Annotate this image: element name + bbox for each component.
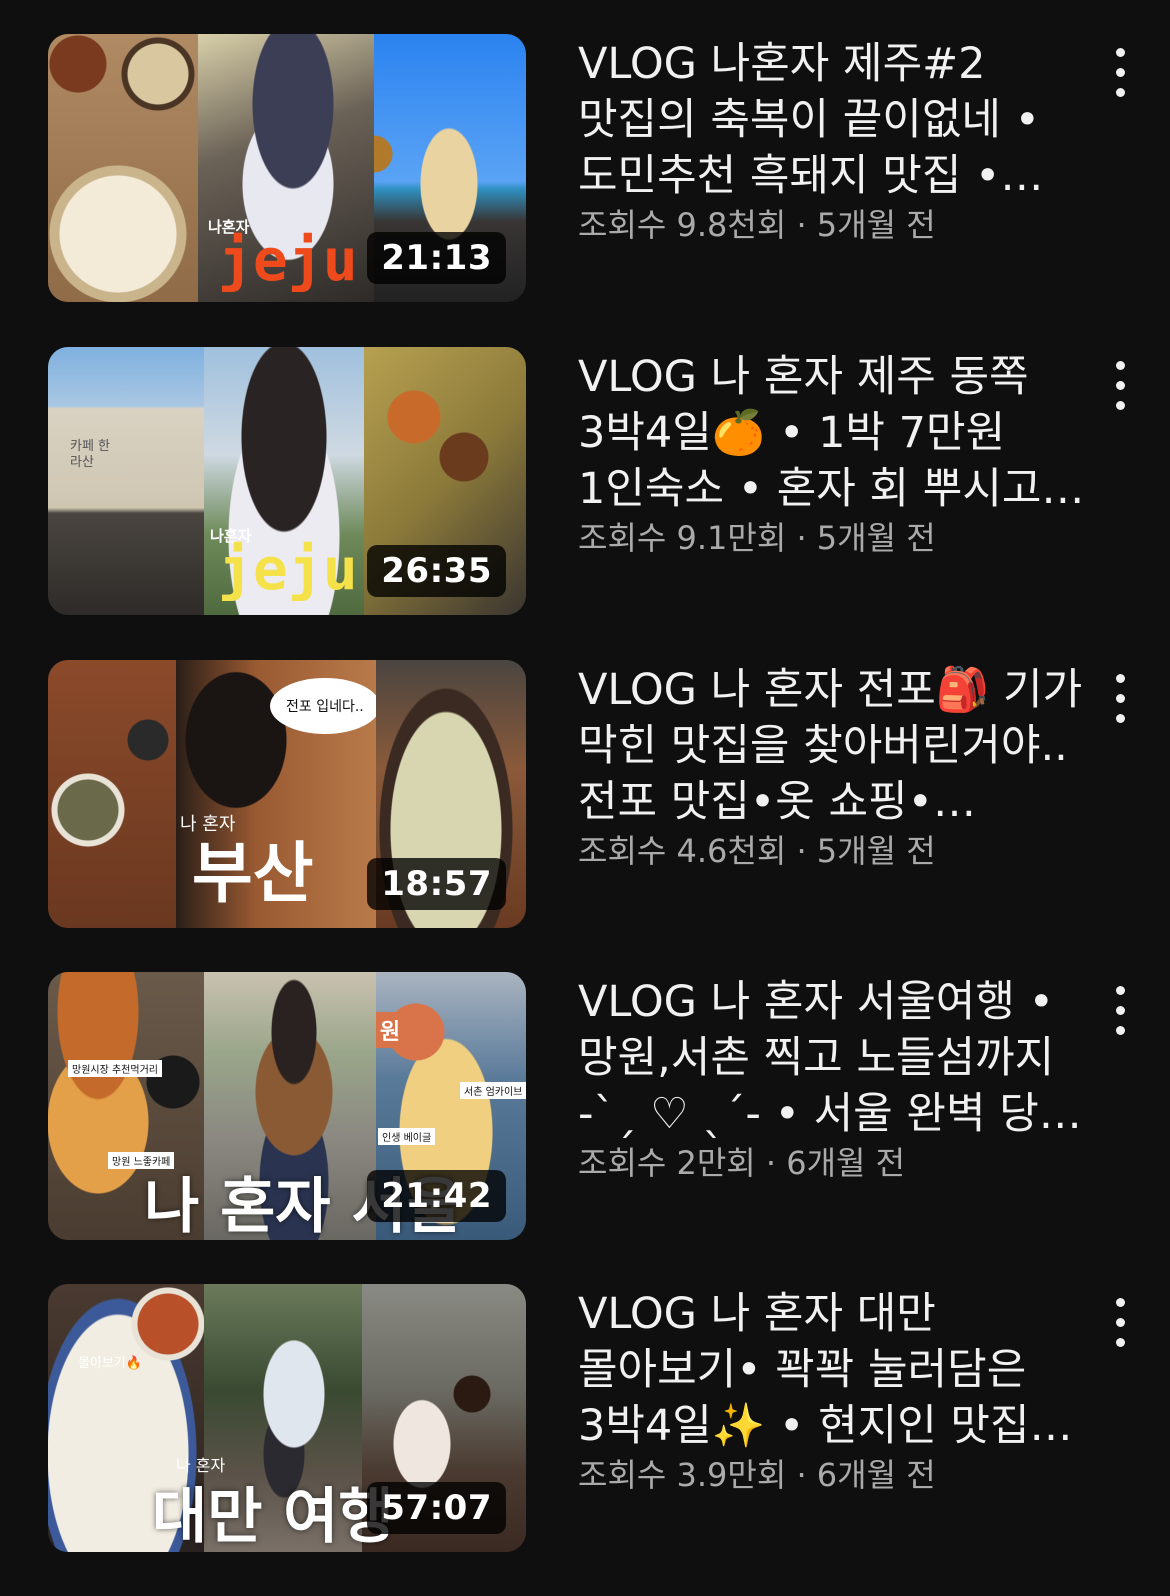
thumbnail-label: 부산 bbox=[192, 835, 314, 912]
thumbnail-panel-food bbox=[48, 660, 176, 928]
thumbnail-label: jeju bbox=[218, 226, 358, 294]
thumbnail-tag: 서촌 엄카이브 bbox=[460, 1082, 526, 1099]
view-count: 조회수 9.1만회 bbox=[578, 519, 787, 557]
thumbnail-panel-food bbox=[48, 34, 198, 302]
video-title[interactable]: VLOG 나 혼자 서울여행 • 망원,서촌 찍고 노들섬까지 -ˋˏ ♡ ˎˊ… bbox=[578, 974, 1088, 1142]
more-vert-icon[interactable] bbox=[1100, 42, 1140, 102]
video-duration: 57:07 bbox=[367, 1482, 506, 1534]
thumbnail-label: 대만 여행 bbox=[152, 1482, 394, 1552]
thumbnail-panel-cafe: 카페 한라산 bbox=[48, 347, 204, 615]
view-count: 조회수 9.8천회 bbox=[578, 206, 787, 244]
video-title[interactable]: VLOG 나 혼자 제주 동쪽 3박4일🍊 • 1박 7만원 1인숙소 • 혼자… bbox=[578, 349, 1088, 517]
meta-separator: · bbox=[786, 832, 817, 870]
video-title[interactable]: VLOG 나 혼자 대만 몰아보기• 꽉꽉 눌러담은 3박4일✨ • 현지인 맛… bbox=[578, 1286, 1088, 1454]
more-vert-icon[interactable] bbox=[1100, 980, 1140, 1040]
video-item[interactable]: 망원시장 추천먹거리 망원 느좋카페 망 원 서촌 엄카이브 인생 베이글 나 … bbox=[0, 972, 1170, 1242]
upload-age: 5개월 전 bbox=[816, 206, 936, 244]
video-item[interactable]: 나혼자 jeju 21:13 VLOG 나혼자 제주#2 맛집의 축복이 끝이없… bbox=[0, 34, 1170, 304]
more-vert-icon[interactable] bbox=[1100, 355, 1140, 415]
video-title[interactable]: VLOG 나혼자 제주#2 맛집의 축복이 끝이없네 • 도민추천 흑돼지 맛집… bbox=[578, 36, 1088, 204]
video-info[interactable]: VLOG 나 혼자 서울여행 • 망원,서촌 찍고 노들섬까지 -ˋˏ ♡ ˎˊ… bbox=[578, 974, 1088, 1184]
more-vert-icon[interactable] bbox=[1100, 668, 1140, 728]
thumbnail-tag: 망원시장 추천먹거리 bbox=[68, 1060, 162, 1077]
view-count: 조회수 4.6천회 bbox=[578, 832, 787, 870]
video-thumbnail[interactable]: 망원시장 추천먹거리 망원 느좋카페 망 원 서촌 엄카이브 인생 베이글 나 … bbox=[48, 972, 526, 1240]
video-duration: 21:42 bbox=[367, 1170, 506, 1222]
video-thumbnail[interactable]: 카페 한라산 나혼자 jeju 26:35 bbox=[48, 347, 526, 615]
video-info[interactable]: VLOG 나혼자 제주#2 맛집의 축복이 끝이없네 • 도민추천 흑돼지 맛집… bbox=[578, 36, 1088, 246]
video-metadata: 조회수 9.1만회 · 5개월 전 bbox=[578, 513, 1088, 559]
thumbnail-tag: 몰아보기🔥 bbox=[78, 1356, 143, 1371]
video-duration: 18:57 bbox=[367, 858, 506, 910]
video-duration: 26:35 bbox=[367, 545, 506, 597]
video-info[interactable]: VLOG 나 혼자 대만 몰아보기• 꽉꽉 눌러담은 3박4일✨ • 현지인 맛… bbox=[578, 1286, 1088, 1496]
video-info[interactable]: VLOG 나 혼자 제주 동쪽 3박4일🍊 • 1박 7만원 1인숙소 • 혼자… bbox=[578, 349, 1088, 559]
video-item[interactable]: 몰아보기🔥 나 혼자 대만 여행 57:07 VLOG 나 혼자 대만 몰아보기… bbox=[0, 1284, 1170, 1554]
video-duration: 21:13 bbox=[367, 232, 506, 284]
thumbnail-panel-person: 나혼자 jeju bbox=[204, 347, 364, 615]
video-list: 나혼자 jeju 21:13 VLOG 나혼자 제주#2 맛집의 축복이 끝이없… bbox=[0, 0, 1170, 1596]
meta-separator: · bbox=[786, 519, 817, 557]
video-info[interactable]: VLOG 나 혼자 전포🎒 기가 막힌 맛집을 찾아버린거야.. 전포 맛집•옷… bbox=[578, 662, 1088, 872]
meta-separator: · bbox=[786, 1456, 817, 1494]
thumbnail-tag: 인생 베이글 bbox=[378, 1128, 436, 1145]
speech-bubble: 전포 입네다.. bbox=[270, 678, 376, 734]
upload-age: 5개월 전 bbox=[816, 832, 936, 870]
video-thumbnail[interactable]: 전포 입네다.. 나 혼자 부산 18:57 bbox=[48, 660, 526, 928]
meta-separator: · bbox=[755, 1144, 787, 1182]
upload-age: 6개월 전 bbox=[816, 1456, 936, 1494]
upload-age: 6개월 전 bbox=[786, 1144, 906, 1182]
view-count: 조회수 3.9만회 bbox=[578, 1456, 787, 1494]
video-thumbnail[interactable]: 몰아보기🔥 나 혼자 대만 여행 57:07 bbox=[48, 1284, 526, 1552]
more-vert-icon[interactable] bbox=[1100, 1292, 1140, 1352]
view-count: 조회수 2만회 bbox=[578, 1144, 756, 1182]
video-metadata: 조회수 2만회 · 6개월 전 bbox=[578, 1138, 1088, 1184]
video-item[interactable]: 카페 한라산 나혼자 jeju 26:35 VLOG 나 혼자 제주 동쪽 3박… bbox=[0, 347, 1170, 617]
video-item[interactable]: 전포 입네다.. 나 혼자 부산 18:57 VLOG 나 혼자 전포🎒 기가 … bbox=[0, 660, 1170, 930]
thumbnail-sign: 망 원 bbox=[376, 1012, 407, 1048]
thumbnail-panel-person: 전포 입네다.. 나 혼자 부산 bbox=[176, 660, 376, 928]
video-metadata: 조회수 9.8천회 · 5개월 전 bbox=[578, 200, 1088, 246]
meta-separator: · bbox=[786, 206, 817, 244]
video-metadata: 조회수 3.9만회 · 6개월 전 bbox=[578, 1450, 1088, 1496]
video-title[interactable]: VLOG 나 혼자 전포🎒 기가 막힌 맛집을 찾아버린거야.. 전포 맛집•옷… bbox=[578, 662, 1088, 830]
thumbnail-panel-person: 나혼자 jeju bbox=[198, 34, 374, 302]
video-thumbnail[interactable]: 나혼자 jeju 21:13 bbox=[48, 34, 526, 302]
upload-age: 5개월 전 bbox=[816, 519, 936, 557]
thumbnail-label: jeju bbox=[218, 535, 358, 603]
thumbnail-sign: 카페 한라산 bbox=[70, 439, 111, 470]
video-metadata: 조회수 4.6천회 · 5개월 전 bbox=[578, 826, 1088, 872]
